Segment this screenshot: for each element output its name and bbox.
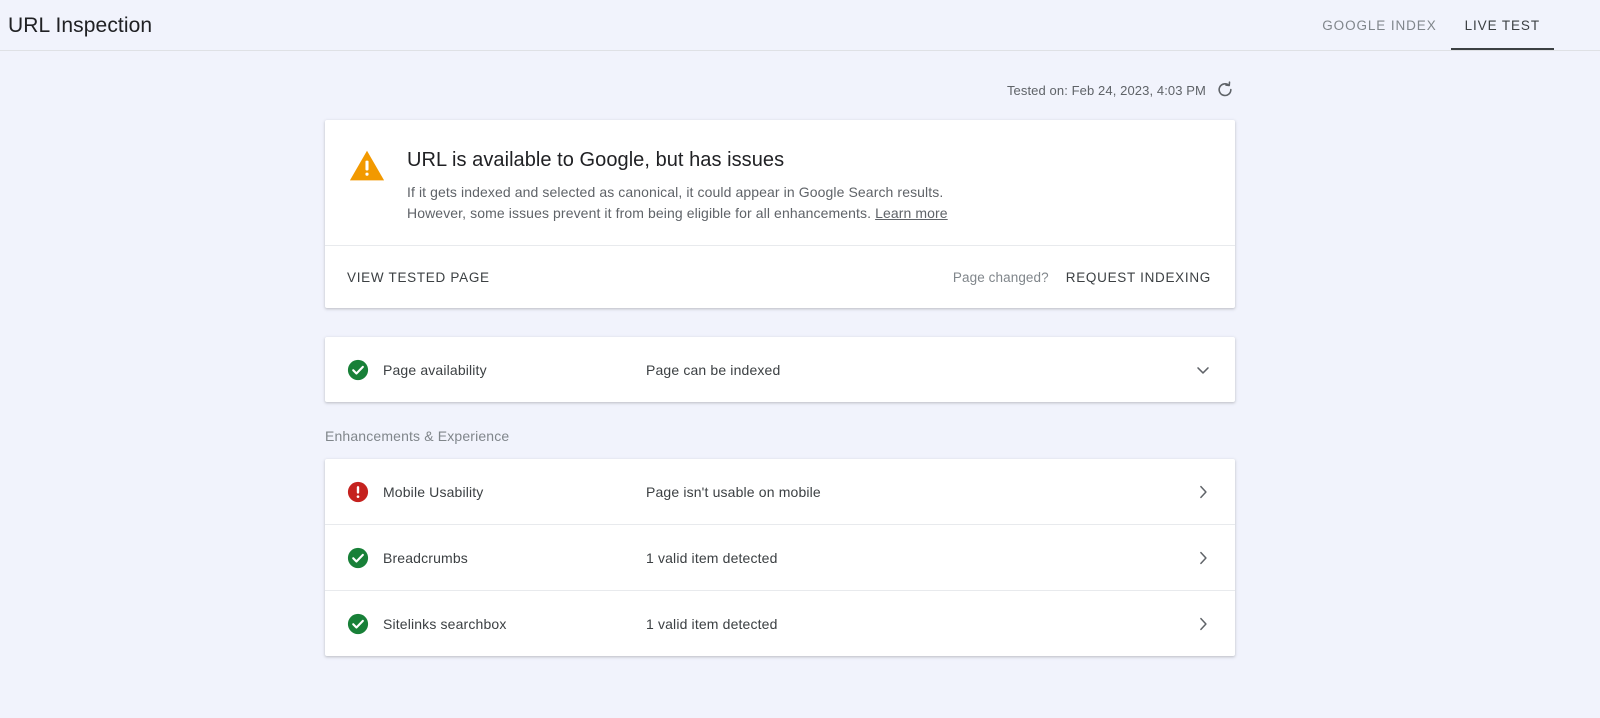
check-circle-icon <box>347 613 369 635</box>
alert-text: URL is available to Google, but has issu… <box>407 146 1211 223</box>
error-circle-icon <box>347 481 369 503</box>
enhancement-label: Sitelinks searchbox <box>383 615 507 632</box>
warning-triangle-icon <box>347 146 387 223</box>
tab-live-test-label: LIVE TEST <box>1464 18 1540 33</box>
chevron-right-icon[interactable] <box>1193 548 1213 568</box>
alert-description-line-2-text: However, some issues prevent it from bei… <box>407 204 872 221</box>
page-availability-label: Page availability <box>383 361 487 378</box>
check-circle-icon <box>347 359 369 381</box>
page-title: URL Inspection <box>8 13 153 37</box>
app-header: URL Inspection GOOGLE INDEX LIVE TEST <box>0 0 1600 51</box>
check-circle-icon <box>347 547 369 569</box>
enhancement-row-breadcrumbs[interactable]: Breadcrumbs 1 valid item detected <box>325 524 1235 590</box>
refresh-icon[interactable] <box>1215 80 1235 100</box>
page-availability-card: Page availability Page can be indexed <box>325 337 1235 402</box>
content-column: Tested on: Feb 24, 2023, 4:03 PM URL is … <box>325 78 1235 656</box>
enhancement-value: 1 valid item detected <box>646 549 778 566</box>
enhancements-section-label: Enhancements & Experience <box>325 428 510 444</box>
tab-live-test[interactable]: LIVE TEST <box>1450 0 1555 51</box>
enhancement-label: Breadcrumbs <box>383 549 468 566</box>
main-content: Tested on: Feb 24, 2023, 4:03 PM URL is … <box>0 51 1600 656</box>
enhancements-card: Mobile Usability Page isn't usable on mo… <box>325 459 1235 656</box>
alert-title: URL is available to Google, but has issu… <box>407 149 785 171</box>
alert-actions-row: VIEW TESTED PAGE Page changed? REQUEST I… <box>325 246 1235 308</box>
view-tested-page-button[interactable]: VIEW TESTED PAGE <box>347 270 490 285</box>
chevron-down-icon[interactable] <box>1193 360 1213 380</box>
alert-description-line-2: However, some issues prevent it from bei… <box>407 203 1211 224</box>
tab-google-index-label: GOOGLE INDEX <box>1322 18 1437 33</box>
enhancement-value: 1 valid item detected <box>646 615 778 632</box>
enhancement-label: Mobile Usability <box>383 483 484 500</box>
request-indexing-button[interactable]: REQUEST INDEXING <box>1066 270 1211 285</box>
page-availability-value: Page can be indexed <box>646 361 781 378</box>
page-availability-row[interactable]: Page availability Page can be indexed <box>325 337 1235 402</box>
alert-body: URL is available to Google, but has issu… <box>325 120 1235 246</box>
tested-on-row: Tested on: Feb 24, 2023, 4:03 PM <box>325 78 1235 102</box>
enhancement-value: Page isn't usable on mobile <box>646 483 821 500</box>
chevron-right-icon[interactable] <box>1193 614 1213 634</box>
learn-more-link[interactable]: Learn more <box>875 205 948 221</box>
page-changed-label: Page changed? <box>952 269 1049 285</box>
alert-description: If it gets indexed and selected as canon… <box>407 182 1211 223</box>
alert-description-line-1: If it gets indexed and selected as canon… <box>407 184 944 200</box>
enhancement-row-sitelinks-searchbox[interactable]: Sitelinks searchbox 1 valid item detecte… <box>325 590 1235 656</box>
chevron-right-icon[interactable] <box>1193 482 1213 502</box>
tab-google-index[interactable]: GOOGLE INDEX <box>1308 0 1450 51</box>
tested-on-text: Tested on: Feb 24, 2023, 4:03 PM <box>1006 82 1206 98</box>
header-tabs: GOOGLE INDEX LIVE TEST <box>1308 0 1600 51</box>
enhancement-row-mobile-usability[interactable]: Mobile Usability Page isn't usable on mo… <box>325 459 1235 524</box>
status-summary-card: URL is available to Google, but has issu… <box>325 120 1235 308</box>
